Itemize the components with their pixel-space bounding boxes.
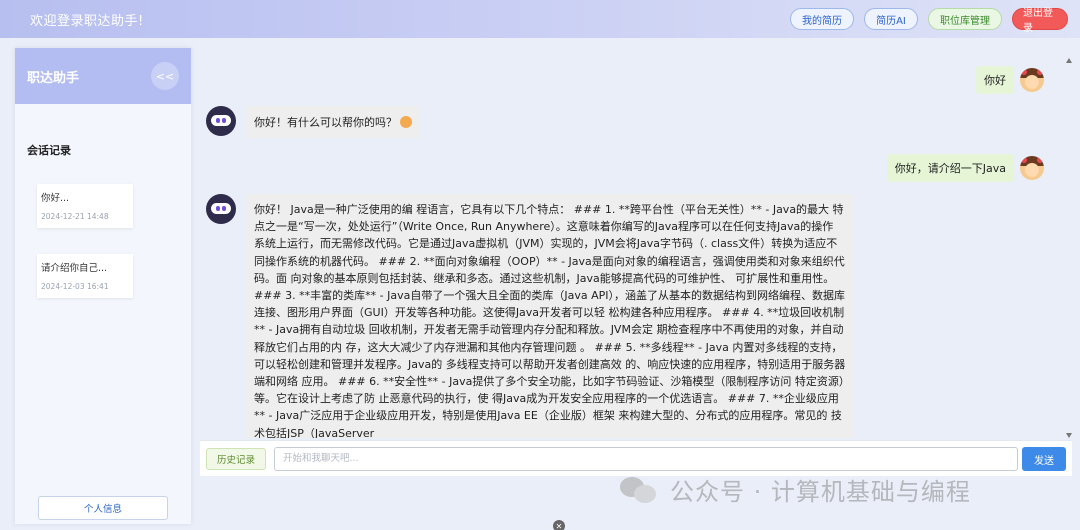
chat-scrollbar[interactable] (1066, 58, 1072, 438)
resume-ai-button[interactable]: 简历AI (864, 8, 918, 30)
welcome-text: 欢迎登录职达助手! (30, 13, 144, 29)
input-bar: 历史记录 发送 (200, 440, 1072, 476)
sidebar: 职达助手 << 会话记录 你好... 2024-12-21 14:48 请介绍你… (15, 48, 191, 524)
profile-button[interactable]: 个人信息 (38, 496, 168, 520)
user-bubble: 你好 (976, 66, 1014, 94)
wechat-icon (620, 475, 658, 505)
top-bar: 欢迎登录职达助手! 我的简历 简历AI 职位库管理 退出登录 (0, 0, 1080, 38)
bot-bubble: 你好！有什么可以帮你的吗？ (246, 106, 420, 138)
user-avatar-icon (1020, 68, 1044, 92)
send-button[interactable]: 发送 (1022, 447, 1066, 471)
sidebar-header: 职达助手 << (15, 48, 191, 104)
watermark: 公众号 · 计算机基础与编程 (620, 472, 971, 507)
user-bubble: 你好，请介绍一下Java (886, 154, 1014, 182)
close-icon[interactable]: ✕ (553, 520, 565, 530)
scroll-down-icon[interactable] (1066, 433, 1072, 438)
chat-area: 你好 你好！有什么可以帮你的吗？ 你好，请介绍一下Java 你好！ Java是一… (192, 48, 1072, 438)
brand-title: 职达助手 (27, 70, 80, 86)
session-time: 2024-12-03 16:41 (41, 282, 109, 291)
bot-message: 你好！有什么可以帮你的吗？ (206, 106, 420, 138)
user-avatar-icon (1020, 156, 1044, 180)
history-button[interactable]: 历史记录 (206, 447, 266, 470)
session-time: 2024-12-21 14:48 (41, 212, 109, 221)
bot-bubble: 你好！ Java是一种广泛使用的编 程语言，它具有以下几个特点： ### 1. … (246, 194, 854, 438)
my-resume-button[interactable]: 我的简历 (790, 8, 854, 30)
session-item[interactable]: 你好... 2024-12-21 14:48 (37, 184, 133, 228)
user-message: 你好 (976, 66, 1044, 94)
chat-input[interactable] (274, 446, 1018, 471)
session-item[interactable]: 请介绍你自己... 2024-12-03 16:41 (37, 254, 133, 298)
user-message: 你好，请介绍一下Java (886, 154, 1044, 182)
bot-avatar-icon (206, 106, 236, 136)
collapse-sidebar-button[interactable]: << (151, 62, 179, 90)
sessions-title: 会话记录 (27, 144, 71, 157)
bot-message: 你好！ Java是一种广泛使用的编 程语言，它具有以下几个特点： ### 1. … (206, 194, 854, 438)
bot-text: 你好！有什么可以帮你的吗？ (254, 116, 397, 129)
watermark-text: 公众号 · 计算机基础与编程 (670, 478, 971, 506)
logout-button[interactable]: 退出登录 (1012, 8, 1068, 34)
smile-emoji-icon (400, 116, 412, 128)
scroll-up-icon[interactable] (1066, 58, 1072, 63)
session-title: 请介绍你自己... (41, 263, 108, 274)
job-library-button[interactable]: 职位库管理 (928, 8, 1002, 30)
session-title: 你好... (41, 193, 70, 204)
bot-avatar-icon (206, 194, 236, 224)
